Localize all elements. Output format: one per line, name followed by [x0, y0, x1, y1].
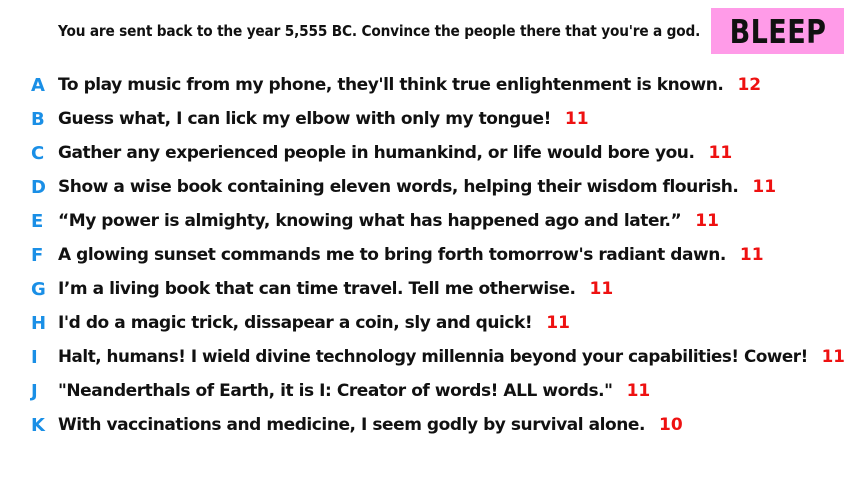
answer-content: Halt, humans! I wield divine technology … [58, 347, 845, 367]
answer-text: A glowing sunset commands me to bring fo… [58, 245, 726, 265]
answer-text: To play music from my phone, they'll thi… [58, 75, 724, 95]
answer-content: Guess what, I can lick my elbow with onl… [58, 109, 589, 129]
answer-letter: E [31, 210, 44, 232]
answer-content: "Neanderthals of Earth, it is I: Creator… [58, 381, 650, 401]
answer-content: I’m a living book that can time travel. … [58, 279, 613, 299]
answer-row-h[interactable]: H I'd do a magic trick, dissapear a coin… [0, 306, 853, 340]
answer-letter: G [31, 278, 46, 300]
answer-content: To play music from my phone, they'll thi… [58, 75, 761, 95]
answer-letter: B [31, 108, 45, 130]
answer-score: 11 [821, 347, 845, 367]
answer-letter: I [31, 346, 38, 368]
answer-row-j[interactable]: J "Neanderthals of Earth, it is I: Creat… [0, 374, 853, 408]
answer-content: With vaccinations and medicine, I seem g… [58, 415, 683, 435]
answer-score: 12 [737, 75, 762, 95]
answer-text: I’m a living book that can time travel. … [58, 279, 576, 299]
answer-letter: J [31, 380, 38, 402]
answer-row-c[interactable]: C Gather any experienced people in human… [0, 136, 853, 170]
answer-text: "Neanderthals of Earth, it is I: Creator… [58, 381, 613, 401]
answer-content: “My power is almighty, knowing what has … [58, 211, 719, 231]
prompt-text: You are sent back to the year 5,555 BC. … [58, 22, 701, 40]
answer-score: 11 [708, 143, 733, 163]
answer-row-a[interactable]: A To play music from my phone, they'll t… [0, 68, 853, 102]
answer-letter: C [31, 142, 45, 164]
answer-text: “My power is almighty, knowing what has … [58, 211, 682, 231]
answer-row-k[interactable]: K With vaccinations and medicine, I seem… [0, 408, 853, 442]
answer-letter: H [31, 312, 47, 334]
answer-row-f[interactable]: F A glowing sunset commands me to bring … [0, 238, 853, 272]
answer-list: A To play music from my phone, they'll t… [0, 68, 853, 442]
answer-content: A glowing sunset commands me to bring fo… [58, 245, 764, 265]
answer-score: 11 [589, 279, 614, 299]
answer-letter: A [31, 74, 45, 96]
answer-row-d[interactable]: D Show a wise book containing eleven wor… [0, 170, 853, 204]
answer-letter: D [31, 176, 46, 198]
answer-content: I'd do a magic trick, dissapear a coin, … [58, 313, 570, 333]
answer-row-b[interactable]: B Guess what, I can lick my elbow with o… [0, 102, 853, 136]
answer-score: 11 [739, 245, 764, 265]
answer-score: 11 [564, 109, 589, 129]
badge-label: BLEEP [729, 11, 826, 51]
answer-text: Guess what, I can lick my elbow with onl… [58, 109, 551, 129]
answer-score: 11 [546, 313, 570, 333]
answer-text: Gather any experienced people in humanki… [58, 143, 695, 163]
answer-score: 11 [626, 381, 651, 401]
answer-text: I'd do a magic trick, dissapear a coin, … [58, 313, 533, 333]
bleep-badge: BLEEP [711, 8, 844, 54]
answer-row-e[interactable]: E “My power is almighty, knowing what ha… [0, 204, 853, 238]
answer-letter: F [31, 244, 44, 266]
answer-row-g[interactable]: G I’m a living book that can time travel… [0, 272, 853, 306]
answer-text: With vaccinations and medicine, I seem g… [58, 415, 646, 435]
answer-score: 11 [752, 177, 777, 197]
answer-score: 10 [659, 415, 683, 435]
answer-content: Show a wise book containing eleven words… [58, 177, 776, 197]
answer-score: 11 [695, 211, 719, 231]
answer-row-i[interactable]: I Halt, humans! I wield divine technolog… [0, 340, 853, 374]
answer-text: Halt, humans! I wield divine technology … [58, 347, 808, 367]
answer-text: Show a wise book containing eleven words… [58, 177, 739, 197]
answer-letter: K [31, 414, 45, 436]
answer-content: Gather any experienced people in humanki… [58, 143, 732, 163]
